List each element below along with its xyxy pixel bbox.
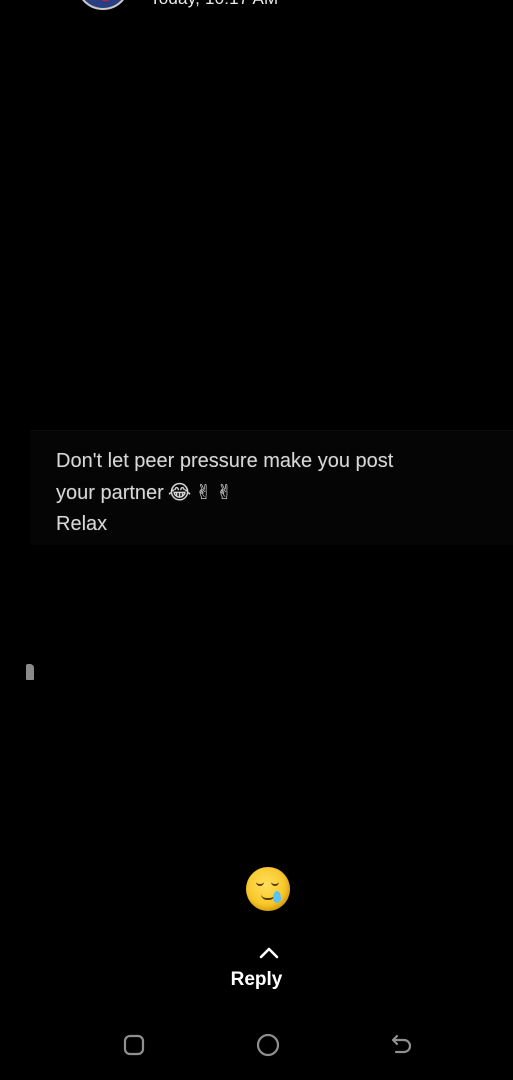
victory-hand-emoji-icon: ✌ [215, 480, 233, 504]
reply-button[interactable]: Reply [0, 969, 513, 991]
back-arrow-icon[interactable] [387, 1030, 417, 1060]
poster-avatar[interactable] [76, 0, 130, 10]
status-text-line-2: your partner [56, 482, 164, 504]
status-text-line-3: Relax [56, 513, 108, 535]
edge-fragment-shape [26, 664, 34, 680]
laughing-emoji-icon: 😂 [167, 480, 192, 504]
face-holding-back-tears-icon[interactable] [246, 867, 290, 911]
status-text-line-1: Don't let peer pressure make you post [56, 450, 394, 472]
home-circle-icon[interactable] [253, 1030, 283, 1060]
status-timestamp: Today, 10:17 AM [150, 0, 278, 9]
status-viewer-screen: Today, 10:17 AM Don't let peer pressure … [0, 0, 513, 1080]
victory-hand-emoji-icon: ✌ [195, 480, 212, 504]
chevron-up-icon[interactable] [258, 946, 280, 960]
recents-square-icon[interactable] [119, 1030, 149, 1060]
status-text: Don't let peer pressure make you post yo… [56, 446, 496, 540]
